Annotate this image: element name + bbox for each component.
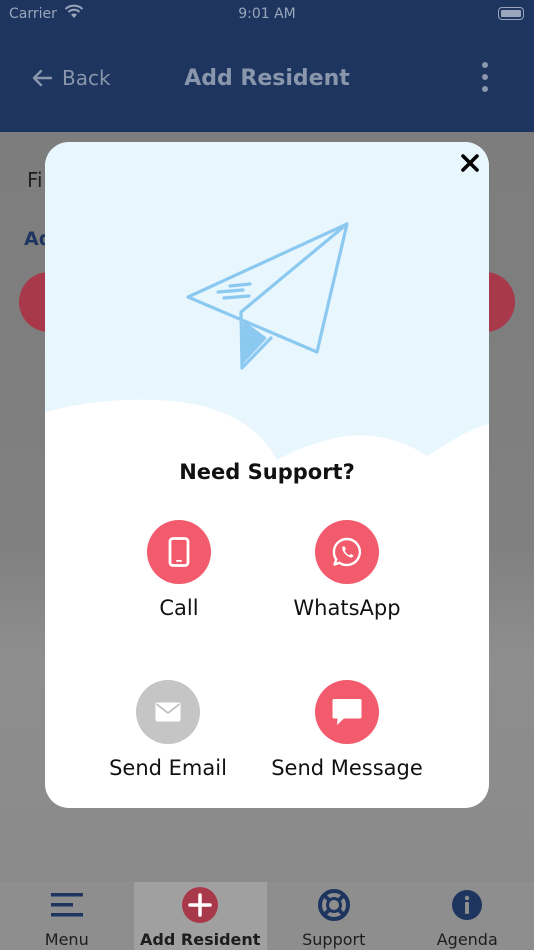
page-title: Add Resident [184, 66, 350, 91]
whatsapp-button[interactable]: WhatsApp [257, 520, 437, 620]
call-label: Call [159, 596, 199, 620]
more-options-icon[interactable] [478, 62, 492, 98]
support-dialog: Need Support? Call WhatsApp Send Email S… [45, 142, 489, 808]
menu-icon [0, 888, 134, 922]
tab-agenda[interactable]: Agenda [401, 882, 534, 950]
tab-add-resident[interactable]: Add Resident [133, 882, 268, 950]
tab-menu[interactable]: Menu [0, 882, 134, 950]
dialog-title: Need Support? [179, 460, 355, 484]
send-message-label: Send Message [271, 756, 423, 780]
whatsapp-label: WhatsApp [293, 596, 401, 620]
app-header: Back Add Resident [0, 28, 534, 132]
clock: 9:01 AM [238, 6, 296, 22]
battery-icon [498, 7, 524, 20]
tab-agenda-label: Agenda [436, 930, 498, 949]
tab-menu-label: Menu [44, 930, 89, 949]
tab-add-resident-label: Add Resident [140, 930, 261, 949]
lifebuoy-icon [267, 888, 401, 922]
info-icon [401, 888, 534, 922]
send-email-button[interactable]: Send Email [78, 680, 258, 780]
tab-support-label: Support [302, 930, 366, 949]
chat-icon [315, 680, 379, 744]
background-field-label: Fi [27, 168, 43, 192]
send-email-label: Send Email [109, 756, 227, 780]
add-circle-icon [134, 887, 268, 923]
status-bar: Carrier 9:01 AM [0, 0, 534, 28]
call-button[interactable]: Call [89, 520, 269, 620]
close-button[interactable] [455, 148, 485, 178]
paper-plane-illustration [45, 142, 489, 460]
close-icon [461, 154, 479, 172]
send-message-button[interactable]: Send Message [257, 680, 437, 780]
phone-icon [147, 520, 211, 584]
whatsapp-icon [315, 520, 379, 584]
mail-icon [136, 680, 200, 744]
bottom-tab-bar: Menu Add Resident Support Agenda [0, 882, 534, 950]
tab-support[interactable]: Support [267, 882, 401, 950]
